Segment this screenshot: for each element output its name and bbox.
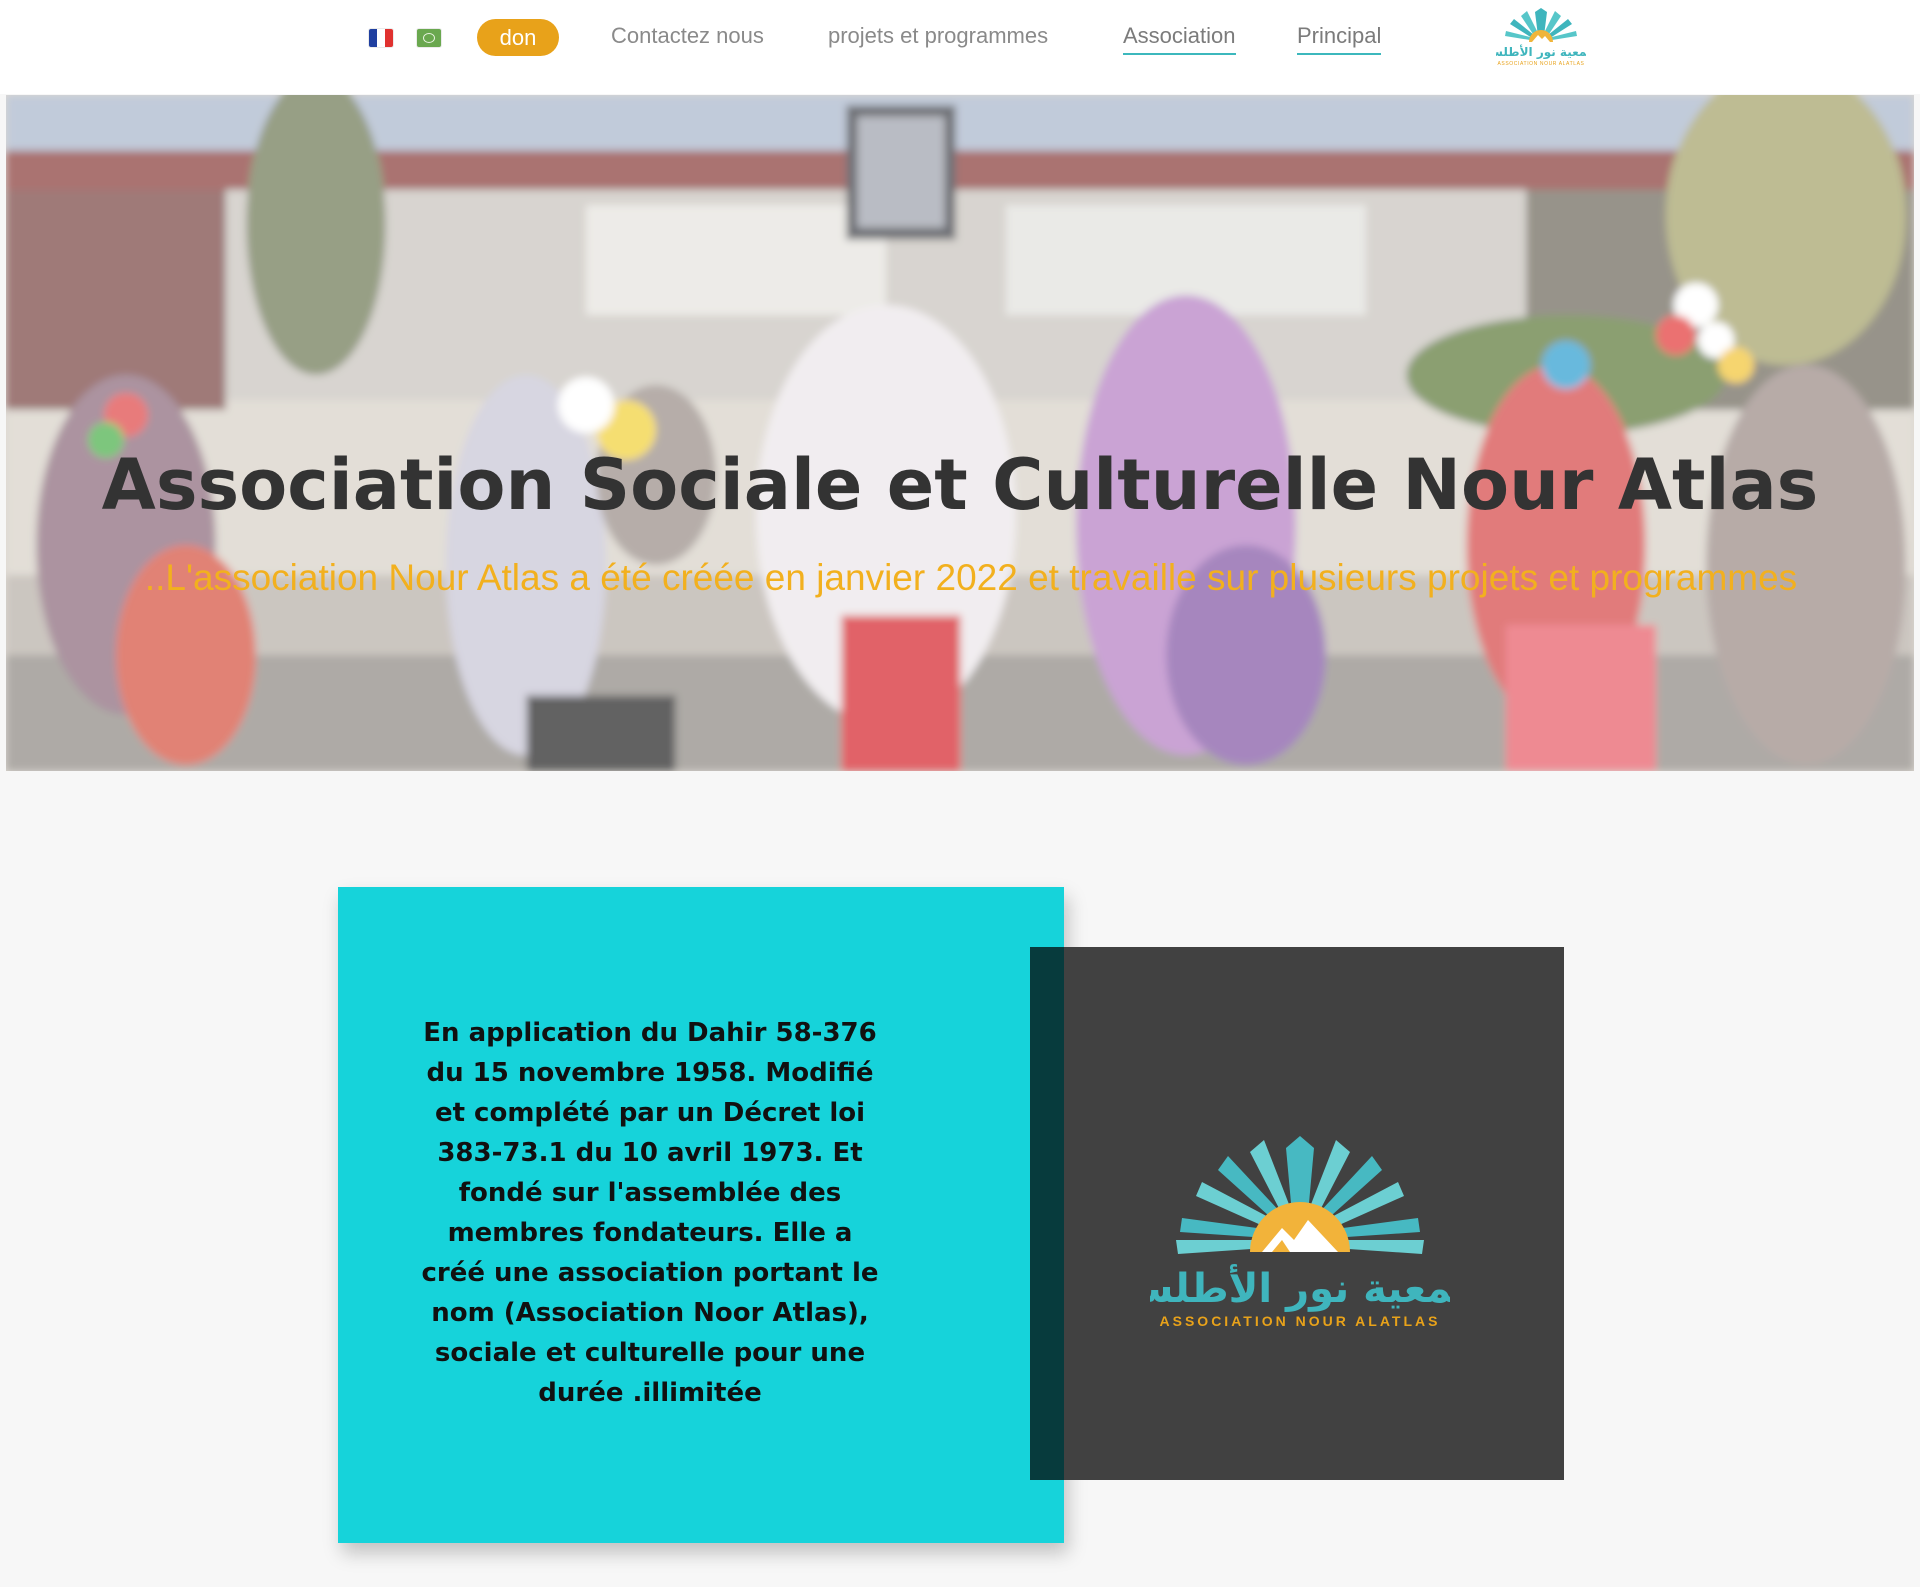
logo-card: جمعية نور الأطلس ASSOCIATION NOUR ALATLA… bbox=[1030, 947, 1564, 1480]
about-text: En application du Dahir 58-376 du 15 nov… bbox=[421, 1018, 879, 1408]
french-flag-icon[interactable] bbox=[369, 29, 393, 47]
association-large-logo: جمعية نور الأطلس ASSOCIATION NOUR ALATLA… bbox=[1150, 1136, 1450, 1329]
logo-card-latin-text: ASSOCIATION NOUR ALATLAS bbox=[1160, 1313, 1441, 1329]
logo-arabic-text: جمعية نور الأطلس bbox=[1496, 44, 1586, 60]
top-navigation-bar: don Contactez nous projets et programmes… bbox=[0, 0, 1920, 94]
logo-card-accent-strip bbox=[1030, 947, 1064, 1480]
logo-card-arabic-text: جمعية نور الأطلس bbox=[1150, 1263, 1450, 1312]
hero-title: Association Sociale et Culturelle Nour A… bbox=[101, 444, 1819, 526]
about-card: En application du Dahir 58-376 du 15 nov… bbox=[338, 887, 1064, 1543]
arabic-flag-icon[interactable] bbox=[417, 29, 441, 47]
nav-projects-link[interactable]: projets et programmes bbox=[828, 20, 1048, 52]
donate-button[interactable]: don bbox=[477, 19, 559, 56]
hero-banner: Association Sociale et Culturelle Nour A… bbox=[6, 95, 1914, 771]
hero-background-photo bbox=[6, 95, 1914, 771]
logo-latin-text: ASSOCIATION NOUR ALATLAS bbox=[1497, 61, 1584, 67]
nav-contact-link[interactable]: Contactez nous bbox=[611, 20, 764, 52]
nav-home-link[interactable]: Principal bbox=[1297, 20, 1382, 55]
hero-subtitle: ..L'association Nour Atlas a été créée e… bbox=[144, 557, 1798, 598]
nav-association-link[interactable]: Association bbox=[1123, 20, 1236, 55]
association-logo[interactable]: جمعية نور الأطلس ASSOCIATION NOUR ALATLA… bbox=[1496, 6, 1586, 68]
